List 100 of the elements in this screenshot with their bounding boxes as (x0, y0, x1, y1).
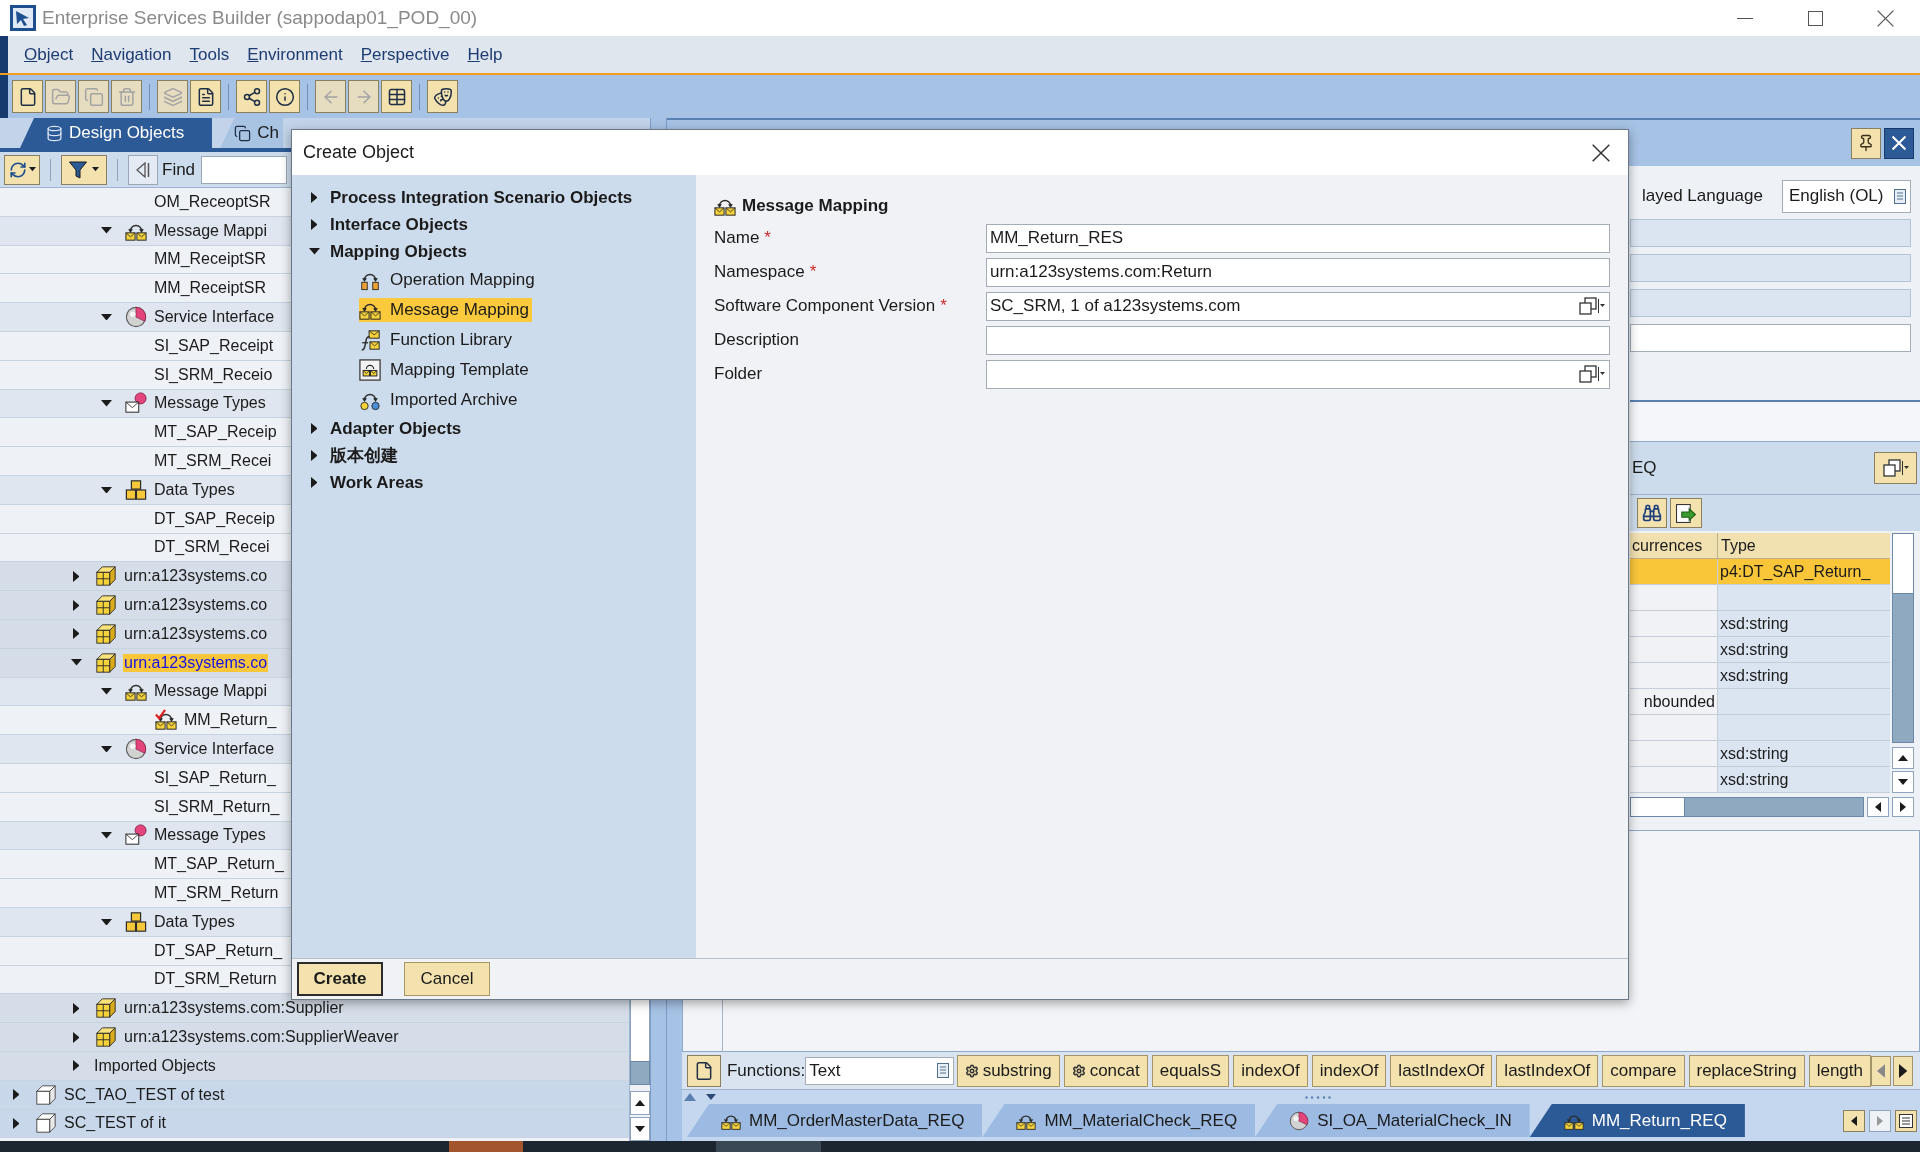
tree-item[interactable]: Data Types (153, 912, 236, 931)
caret-down-icon[interactable] (70, 659, 82, 666)
caret-right-icon[interactable] (72, 570, 80, 582)
editor-tab[interactable]: SI_OA_MaterialCheck_IN (1255, 1104, 1530, 1137)
tree-item[interactable]: MM_Return_ (183, 711, 278, 730)
find-field[interactable] (201, 155, 288, 184)
scrollbar-thumb[interactable] (1893, 534, 1913, 594)
language-dropdown[interactable]: English (OL) (1782, 179, 1911, 213)
column-header[interactable]: currences (1630, 533, 1718, 559)
function-button[interactable]: replaceString (1688, 1054, 1805, 1087)
tab-scroll-left-button[interactable] (1843, 1110, 1865, 1132)
grip-dots-icon[interactable] (1305, 1095, 1331, 1099)
toolbar-button[interactable] (381, 80, 412, 113)
function-button[interactable]: concat (1063, 1054, 1148, 1087)
tree-item[interactable]: SI_SAP_Return_ (153, 768, 277, 787)
tree-item[interactable]: Mapping Objects (330, 241, 467, 262)
tree-item[interactable]: SI_SRM_Return_ (153, 797, 281, 816)
scroll-down-button[interactable] (1892, 771, 1914, 793)
tree-item[interactable]: Work Areas (330, 472, 424, 493)
caret-down-icon[interactable] (100, 832, 112, 839)
tree-item[interactable]: MT_SAP_Return_ (153, 855, 285, 874)
value-help-button[interactable] (1579, 365, 1605, 383)
tree-item[interactable]: Adapter Objects (330, 418, 462, 439)
editor-tab[interactable]: MM_MaterialCheck_REQ (982, 1104, 1256, 1137)
caret-down-icon[interactable] (100, 313, 112, 321)
caret-down-icon[interactable] (100, 745, 112, 753)
menu-item[interactable]: Tools (189, 41, 230, 68)
toolbar-button[interactable] (190, 80, 221, 113)
input-field[interactable]: urn:a123systems.com:Return (986, 257, 1610, 287)
tab[interactable]: Design Objects (20, 118, 213, 148)
function-button[interactable]: indexOf (1233, 1054, 1308, 1087)
view-button[interactable] (1874, 452, 1917, 484)
tree-item[interactable]: Message Mapping (359, 298, 532, 322)
toolbar-button[interactable] (12, 80, 43, 113)
caret-down-icon[interactable] (100, 400, 112, 407)
caret-right-icon[interactable] (12, 1089, 20, 1101)
category-dropdown[interactable]: Text (805, 1056, 954, 1085)
caret-right-icon[interactable] (72, 1002, 80, 1014)
tree-item[interactable]: SI_SRM_Receio (153, 365, 274, 384)
tree-item[interactable]: MM_ReceiptSR (153, 279, 268, 298)
scrollbar-thumb[interactable] (1631, 798, 1685, 816)
tree-item[interactable]: Imported Objects (93, 1056, 217, 1075)
close-button[interactable] (1884, 127, 1914, 159)
refresh-button[interactable] (4, 154, 40, 185)
tab[interactable]: Ch (220, 118, 283, 148)
menu-item[interactable]: Navigation (91, 41, 172, 68)
tree-item[interactable]: MT_SAP_Receip (153, 423, 278, 442)
pin-button[interactable] (1851, 127, 1881, 159)
tree-item[interactable]: MT_SRM_Recei (153, 452, 273, 471)
tree-item[interactable]: Function Library (359, 328, 515, 352)
tree-item[interactable]: Process Integration Scenario Objects (330, 187, 633, 208)
new-button[interactable] (687, 1054, 721, 1087)
caret-down-icon[interactable] (100, 688, 112, 695)
tree-item[interactable]: Data Types (153, 480, 236, 499)
menu-item[interactable]: Environment (247, 41, 343, 68)
tree-item[interactable]: MM_ReceiptSR (153, 250, 268, 269)
caret-right-icon[interactable] (310, 423, 318, 434)
function-button[interactable]: indexOf (1311, 1054, 1387, 1087)
caret-right-icon[interactable] (12, 1117, 20, 1129)
editor-tab[interactable]: MM_OrderMasterData_REQ (687, 1104, 983, 1137)
menu-item[interactable]: Object (24, 41, 74, 68)
caret-down-icon[interactable] (100, 918, 112, 926)
function-button[interactable]: lastIndexOf (1496, 1054, 1599, 1087)
input-field[interactable]: SC_SRM, 1 of a123systems.com (986, 291, 1610, 321)
editor-tab[interactable]: MM_Return_REQ (1529, 1104, 1745, 1137)
caret-right-icon[interactable] (310, 219, 318, 230)
tree-item[interactable]: Interface Objects (330, 214, 468, 235)
tree-item[interactable]: DT_SRM_Return (153, 970, 278, 989)
scrollbar-thumb[interactable] (630, 1061, 650, 1085)
toolbar-button[interactable] (269, 80, 300, 113)
tree-item[interactable]: DT_SRM_Recei (153, 538, 271, 557)
tree-item[interactable]: SC_TEST of it (63, 1114, 167, 1133)
caret-right-icon[interactable] (310, 477, 318, 488)
toolbar-button[interactable] (236, 80, 267, 113)
function-button[interactable]: substring (956, 1054, 1060, 1087)
tree-item[interactable]: Service Interface (153, 308, 276, 327)
panel-splitter[interactable] (1630, 400, 1920, 442)
caret-right-icon[interactable] (72, 599, 80, 611)
caret-down-icon[interactable] (100, 486, 112, 494)
caret-right-icon[interactable] (310, 192, 318, 203)
column-header[interactable]: Type (1718, 533, 1890, 559)
input-field[interactable] (986, 325, 1610, 355)
tree-item[interactable]: Operation Mapping (359, 268, 538, 292)
tree-item[interactable]: DT_SAP_Receip (153, 509, 276, 528)
tree-item[interactable]: Message Types (153, 394, 267, 413)
caret-down-icon[interactable] (308, 248, 320, 255)
function-button[interactable]: equalsS (1151, 1054, 1230, 1087)
tree-item[interactable]: Service Interface (153, 740, 276, 759)
toolbar-button[interactable] (427, 80, 458, 113)
caret-right-icon[interactable] (72, 628, 80, 640)
tree-item[interactable]: urn:a123systems.co (123, 653, 269, 672)
tree-item[interactable]: SI_SAP_Receipt (153, 336, 275, 355)
caret-down-icon[interactable] (100, 227, 112, 234)
export-button[interactable] (1670, 498, 1702, 528)
scroll-right-button[interactable] (1893, 1055, 1913, 1086)
input-field[interactable]: MM_Return_RES (986, 223, 1610, 253)
tree-item[interactable]: OM_ReceoptSR (153, 192, 272, 211)
tree-item[interactable]: SC_TAO_TEST of test (63, 1085, 226, 1104)
tree-item[interactable]: Message Types (153, 826, 267, 845)
tree-item[interactable]: urn:a123systems.co (123, 596, 269, 615)
